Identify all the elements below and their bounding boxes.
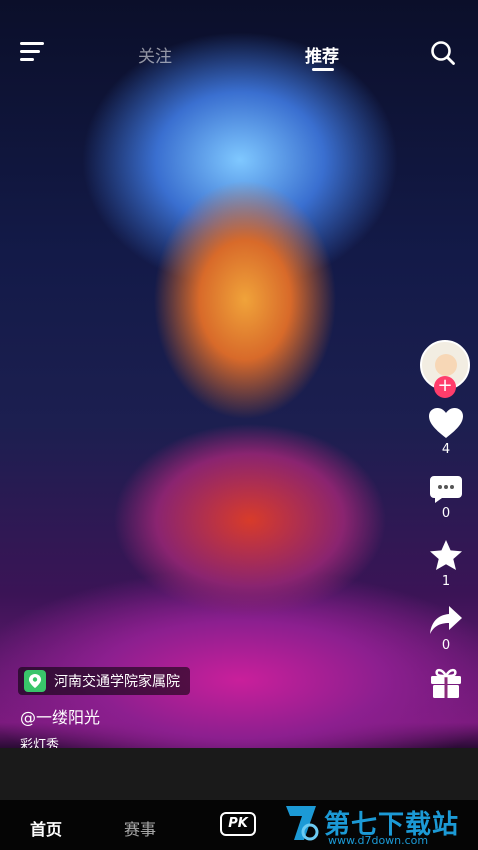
watermark-logo-icon [286, 806, 319, 841]
location-pin-icon [24, 670, 46, 692]
location-label: 河南交通学院家属院 [54, 674, 180, 690]
search-icon[interactable] [430, 40, 456, 66]
comment-icon [430, 476, 462, 503]
tab-recommended[interactable]: 推荐 [305, 42, 339, 67]
location-tag[interactable]: 河南交通学院家属院 [18, 667, 190, 695]
like-button[interactable]: 4 [420, 406, 472, 457]
share-count: 0 [441, 638, 451, 653]
heart-icon [429, 408, 463, 438]
tab-following[interactable]: 关注 [138, 42, 172, 67]
favorite-count: 1 [441, 574, 451, 589]
video-feed-screen: 关注 推荐 + 4 0 1 0 河南交通学院家属院 @一缕阳光 彩灯秀 首页 赛… [0, 0, 478, 850]
avatar-icon [435, 354, 457, 376]
gift-icon [431, 668, 461, 698]
comment-count: 0 [441, 506, 451, 521]
comment-button[interactable]: 0 [420, 474, 472, 521]
tab-indicator [312, 68, 334, 71]
nav-home[interactable]: 首页 [30, 816, 62, 840]
favorite-button[interactable]: 1 [420, 538, 472, 589]
gift-button[interactable] [420, 666, 472, 700]
nav-pk-button[interactable]: PK [220, 812, 256, 836]
hamburger-menu-icon[interactable] [20, 42, 46, 62]
share-icon [430, 606, 462, 634]
top-bar: 关注 推荐 [0, 30, 478, 76]
watermark: 第七下载站 www.d7down.com [282, 802, 478, 848]
author-name[interactable]: @一缕阳光 [20, 704, 100, 728]
nav-events[interactable]: 赛事 [124, 816, 156, 840]
star-icon [430, 540, 462, 570]
share-button[interactable]: 0 [420, 604, 472, 653]
watermark-url: www.d7down.com [328, 834, 429, 847]
follow-button[interactable]: + [434, 376, 456, 398]
like-count: 4 [441, 442, 451, 457]
video-bottom-band [0, 748, 478, 800]
